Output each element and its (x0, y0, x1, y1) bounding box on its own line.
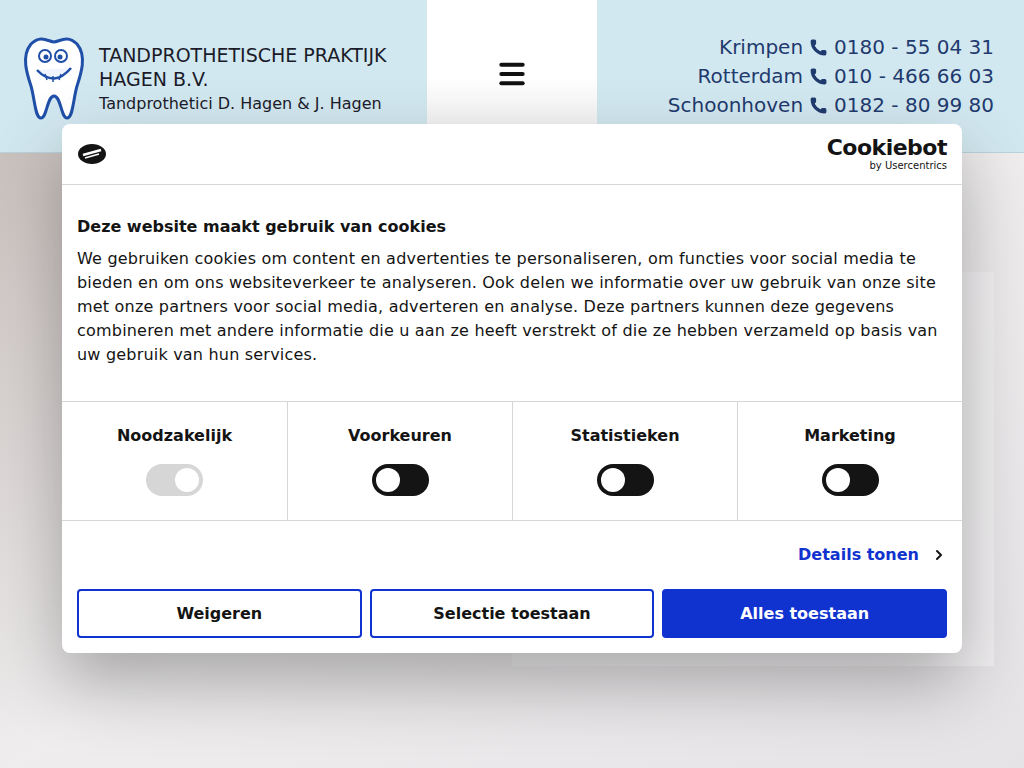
page: TANDPROTHETISCHE PRAKTIJKHAGEN B.V.Tandp… (0, 0, 1024, 768)
category-toggle (146, 464, 203, 496)
consent-category: Voorkeuren (287, 402, 512, 520)
consent-category: Noodzakelijk (62, 402, 287, 520)
phone-icon (809, 38, 828, 57)
consent-button[interactable]: Weigeren (77, 589, 362, 638)
consent-category: Marketing (737, 402, 962, 520)
site-subtitle: Tandprothetici D. Hagen & J. Hagen (99, 93, 387, 115)
category-toggle[interactable] (372, 464, 429, 496)
dialog-body: Deze website maakt gebruik van cookies We… (62, 185, 962, 401)
phone-row[interactable]: Rotterdam010 - 466 66 03 (698, 62, 994, 91)
details-link[interactable]: Details tonen (798, 545, 947, 565)
site-title: TANDPROTHETISCHE PRAKTIJK (99, 43, 387, 67)
dialog-header: Cookiebotby Usercentrics (62, 124, 962, 185)
category-toggle[interactable] (822, 464, 879, 496)
site-title: HAGEN B.V. (99, 67, 387, 91)
phone-icon (809, 67, 828, 86)
chevron-right-icon (931, 547, 947, 563)
consent-button[interactable]: Alles toestaan (662, 589, 947, 638)
category-label: Marketing (804, 426, 896, 446)
cookiebot-brand[interactable]: Cookiebotby Usercentrics (827, 136, 947, 172)
consent-category: Statistieken (512, 402, 737, 520)
tooth-mascot-icon (21, 34, 87, 122)
dialog-title: Deze website maakt gebruik van cookies (77, 217, 947, 237)
category-label: Statistieken (570, 426, 679, 446)
consent-button[interactable]: Selectie toestaan (370, 589, 655, 638)
phone-icon (809, 96, 828, 115)
category-label: Voorkeuren (348, 426, 452, 446)
phone-row[interactable]: Schoonhoven0182 - 80 99 80 (668, 91, 994, 120)
cookie-logo-icon (77, 143, 107, 165)
dialog-text: We gebruiken cookies om content en adver… (77, 247, 947, 367)
details-row: Details tonen (62, 521, 962, 589)
cookie-dialog: Cookiebotby Usercentrics Deze website maa… (62, 124, 962, 653)
category-label: Noodzakelijk (117, 426, 232, 446)
category-toggle[interactable] (597, 464, 654, 496)
consent-categories: Noodzakelijk Voorkeuren Statistieken Market… (62, 401, 962, 521)
dialog-buttons: WeigerenSelectie toestaanAlles toestaan (62, 589, 962, 653)
phone-row[interactable]: Krimpen0180 - 55 04 31 (719, 33, 994, 62)
hamburger-icon (496, 58, 528, 90)
